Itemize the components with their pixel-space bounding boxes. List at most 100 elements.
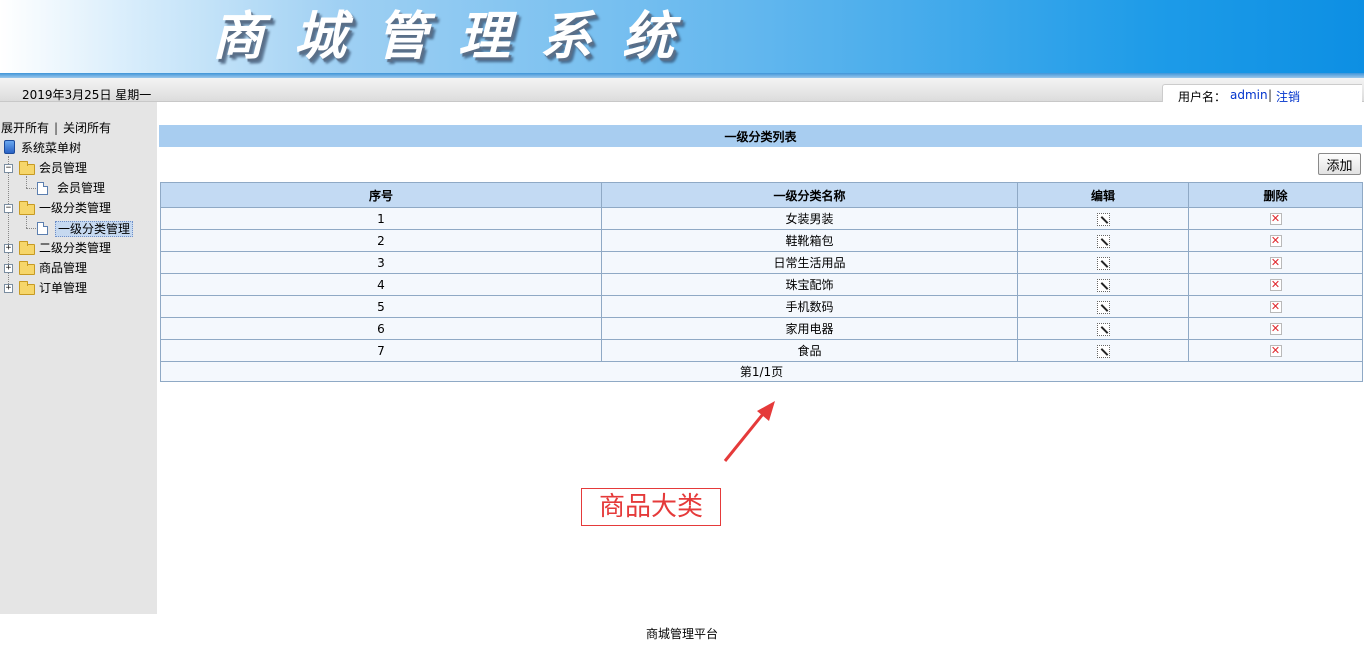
expand-all-link[interactable]: 展开所有: [1, 121, 49, 135]
tree-node-level1-category[interactable]: − 一级分类管理: [0, 200, 157, 216]
delete-icon[interactable]: ✕: [1269, 323, 1282, 335]
cell-edit: [1017, 229, 1189, 252]
folder-icon: [19, 261, 35, 275]
edit-icon[interactable]: [1096, 234, 1110, 248]
expand-icon[interactable]: +: [4, 264, 13, 273]
cell-index: 1: [160, 207, 602, 230]
cell-name: 食品: [601, 339, 1018, 362]
tree-separator: |: [54, 121, 59, 135]
column-header-edit: 编辑: [1017, 182, 1189, 208]
category-table: 序号 一级分类名称 编辑 删除 1 女装男装 ✕ 2 鞋靴箱包 ✕ 3 日常生活…: [160, 182, 1363, 382]
delete-icon[interactable]: ✕: [1269, 279, 1282, 291]
column-header-delete: 删除: [1188, 182, 1363, 208]
tree-node-label: 会员管理: [39, 161, 88, 175]
edit-icon[interactable]: [1096, 300, 1110, 314]
column-header-index: 序号: [160, 182, 602, 208]
username-value: admin: [1230, 88, 1268, 102]
list-title: 一级分类列表: [159, 125, 1362, 147]
page-icon: [37, 222, 48, 235]
header-banner: 商城管理系统: [0, 0, 1364, 73]
delete-icon[interactable]: ✕: [1269, 345, 1282, 357]
tree-node-label: 商品管理: [39, 261, 88, 275]
cell-delete: ✕: [1188, 273, 1363, 296]
column-header-name: 一级分类名称: [601, 182, 1018, 208]
cell-index: 2: [160, 229, 602, 252]
tree-node-label: 订单管理: [39, 281, 88, 295]
sidebar-menu-tree: 展开所有 | 关闭所有 系统菜单树 − 会员管理 会员管理 − 一级分类管理 一…: [0, 102, 157, 614]
folder-open-icon: [19, 161, 35, 175]
cell-edit: [1017, 273, 1189, 296]
table-row: 3 日常生活用品 ✕: [160, 251, 1363, 274]
edit-icon[interactable]: [1096, 278, 1110, 292]
collapse-icon[interactable]: −: [4, 204, 13, 213]
tree-node-label: 一级分类管理: [39, 201, 112, 215]
cell-edit: [1017, 317, 1189, 340]
add-button[interactable]: 添加: [1318, 153, 1361, 175]
annotation-arrow: [723, 401, 775, 462]
tree-root-icon: [4, 140, 15, 154]
collapse-icon[interactable]: −: [4, 164, 13, 173]
edit-icon[interactable]: [1096, 322, 1110, 336]
cell-delete: ✕: [1188, 295, 1363, 318]
cell-delete: ✕: [1188, 229, 1363, 252]
tree-node-label: 二级分类管理: [39, 241, 112, 255]
cell-delete: ✕: [1188, 339, 1363, 362]
user-info: 用户名： admin | 注销: [1162, 84, 1362, 105]
page-icon: [37, 182, 48, 195]
cell-index: 4: [160, 273, 602, 296]
current-date: 2019年3月25日 星期一: [22, 88, 152, 102]
cell-edit: [1017, 339, 1189, 362]
table-row: 2 鞋靴箱包 ✕: [160, 229, 1363, 252]
tree-leaf-level1-category[interactable]: 一级分类管理: [0, 220, 157, 237]
logout-link[interactable]: 注销: [1276, 88, 1300, 105]
tree-leaf-label: 会员管理: [57, 181, 106, 195]
edit-icon[interactable]: [1096, 256, 1110, 270]
cell-name: 手机数码: [601, 295, 1018, 318]
delete-icon[interactable]: ✕: [1269, 301, 1282, 313]
cell-name: 女装男装: [601, 207, 1018, 230]
folder-open-icon: [19, 201, 35, 215]
annotation-label: 商品大类: [581, 488, 721, 526]
table-row: 6 家用电器 ✕: [160, 317, 1363, 340]
pager-row: 第1/1页: [160, 361, 1363, 382]
cell-edit: [1017, 251, 1189, 274]
delete-icon[interactable]: ✕: [1269, 235, 1282, 247]
annotation-arrow-shaft: [723, 408, 769, 462]
cell-name: 珠宝配饰: [601, 273, 1018, 296]
tree-node-member[interactable]: − 会员管理: [0, 160, 157, 176]
status-bar: 2019年3月25日 星期一: [0, 78, 1364, 102]
tree-node-order[interactable]: + 订单管理: [0, 280, 157, 296]
delete-icon[interactable]: ✕: [1269, 213, 1282, 225]
cell-index: 5: [160, 295, 602, 318]
folder-icon: [19, 241, 35, 255]
user-separator: |: [1268, 88, 1273, 102]
delete-icon[interactable]: ✕: [1269, 257, 1282, 269]
banner-title: 商城管理系统: [212, 6, 705, 67]
tree-leaf-label-selected: 一级分类管理: [55, 221, 134, 237]
username-label: 用户名：: [1178, 90, 1227, 104]
tree-node-product[interactable]: + 商品管理: [0, 260, 157, 276]
cell-index: 6: [160, 317, 602, 340]
expand-icon[interactable]: +: [4, 284, 13, 293]
tree-node-level2-category[interactable]: + 二级分类管理: [0, 240, 157, 256]
table-row: 1 女装男装 ✕: [160, 207, 1363, 230]
tree-root-label: 系统菜单树: [21, 141, 82, 155]
edit-icon[interactable]: [1096, 344, 1110, 358]
table-row: 7 食品 ✕: [160, 339, 1363, 362]
cell-delete: ✕: [1188, 251, 1363, 274]
pager-text: 第1/1页: [160, 361, 1363, 382]
collapse-all-link[interactable]: 关闭所有: [63, 121, 111, 135]
cell-edit: [1017, 295, 1189, 318]
edit-icon[interactable]: [1096, 212, 1110, 226]
cell-delete: ✕: [1188, 317, 1363, 340]
expand-icon[interactable]: +: [4, 244, 13, 253]
cell-name: 鞋靴箱包: [601, 229, 1018, 252]
folder-icon: [19, 281, 35, 295]
cell-index: 3: [160, 251, 602, 274]
tree-leaf-member[interactable]: 会员管理: [0, 180, 157, 196]
cell-index: 7: [160, 339, 602, 362]
cell-delete: ✕: [1188, 207, 1363, 230]
table-row: 5 手机数码 ✕: [160, 295, 1363, 318]
footer-text: 商城管理平台: [645, 627, 718, 641]
cell-name: 日常生活用品: [601, 251, 1018, 274]
